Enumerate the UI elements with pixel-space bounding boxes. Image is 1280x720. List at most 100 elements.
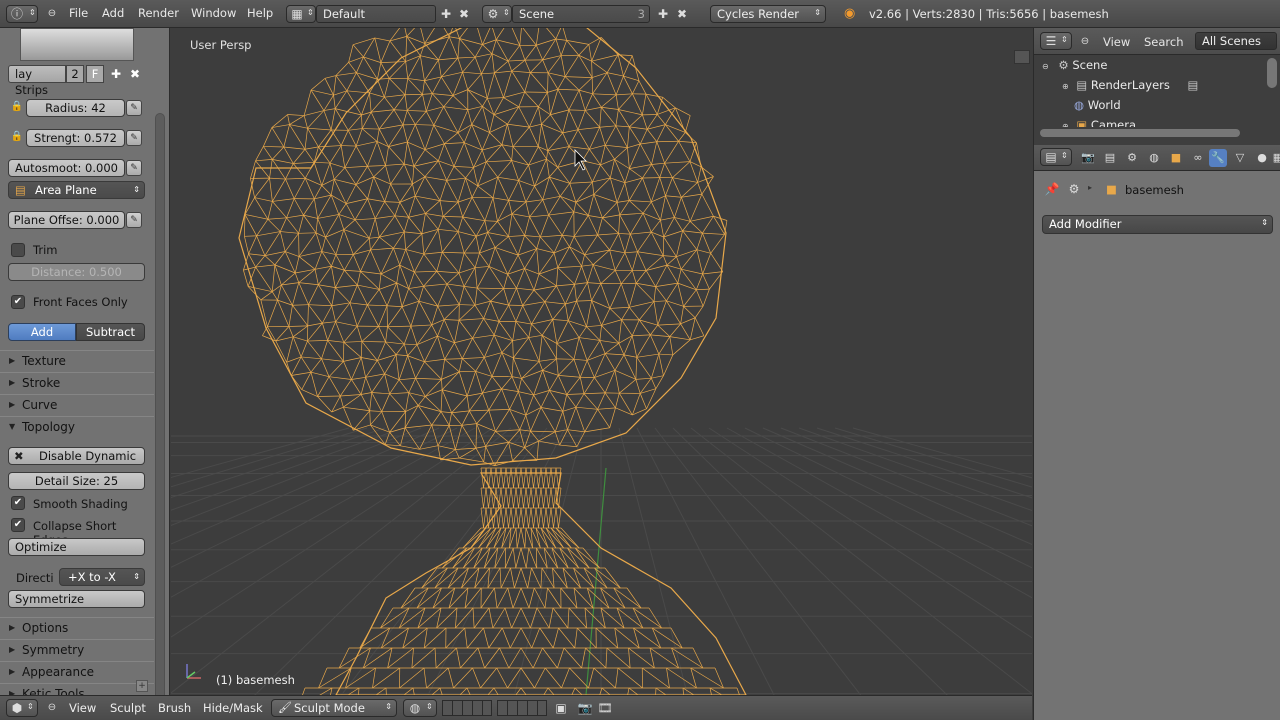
menu-sculpt[interactable]: Sculpt bbox=[110, 701, 146, 715]
mesh-edge bbox=[472, 337, 485, 358]
world-tab-icon[interactable]: ◍ bbox=[1145, 149, 1163, 167]
area-plane-select[interactable]: ▤ Area Plane ⇕ bbox=[8, 181, 145, 199]
render-layers-tab-icon[interactable]: ▤ bbox=[1101, 149, 1119, 167]
collapse-menu-icon[interactable]: ⊖ bbox=[1077, 34, 1093, 50]
menu-window[interactable]: Window bbox=[191, 6, 236, 20]
add-layout-icon[interactable]: ✚ bbox=[438, 6, 454, 22]
panel-stroke[interactable]: ▶ Stroke bbox=[0, 372, 154, 393]
distance-slider[interactable]: Distance: 0.500 bbox=[8, 263, 145, 281]
panel-texture[interactable]: ▶ Texture bbox=[0, 350, 154, 371]
3d-viewport[interactable]: User Persp (1) basemesh bbox=[171, 28, 1032, 695]
editor-type-button[interactable]: ☰ ⇕ bbox=[1040, 32, 1072, 50]
tool-shelf-scrollbar[interactable] bbox=[155, 113, 165, 708]
properties-toggle-icon[interactable] bbox=[1014, 50, 1030, 64]
pressure-icon[interactable]: ✎ bbox=[126, 160, 142, 176]
collapse-menu-icon[interactable]: ⊖ bbox=[44, 6, 60, 22]
lock-icon[interactable]: 🔒 bbox=[10, 101, 24, 115]
render-opengl-icon[interactable]: 📷 bbox=[577, 700, 593, 716]
brush-preview[interactable] bbox=[20, 28, 134, 61]
editor-type-button[interactable]: ⓘ ⇕ bbox=[6, 5, 38, 23]
symmetrize-button[interactable]: Symmetrize bbox=[8, 590, 145, 608]
panel-options[interactable]: ▶ Options bbox=[0, 617, 154, 638]
mesh-edge bbox=[575, 406, 598, 410]
pressure-icon[interactable]: ✎ bbox=[126, 212, 142, 228]
add-modifier-select[interactable]: Add Modifier ⇕ bbox=[1042, 215, 1273, 234]
lock-layers-icon[interactable]: ▣ bbox=[553, 700, 569, 716]
menu-help[interactable]: Help bbox=[247, 6, 273, 20]
editor-type-button[interactable]: ▤ ⇕ bbox=[1040, 148, 1072, 166]
outliner-row-scene[interactable]: ⊖ ⚙ Scene bbox=[1034, 55, 1268, 75]
render-engine-select[interactable]: Cycles Render ⇕ bbox=[710, 5, 826, 23]
direction-select[interactable]: +X to -X ⇕ bbox=[59, 568, 145, 586]
front-faces-checkbox[interactable]: ✔ bbox=[11, 295, 25, 309]
menu-view[interactable]: View bbox=[1103, 35, 1130, 49]
trim-checkbox[interactable] bbox=[11, 243, 25, 257]
panel-ketic-tools[interactable]: ▶ Ketic Tools bbox=[0, 683, 154, 695]
mesh-edge bbox=[321, 185, 332, 196]
mesh-edge bbox=[609, 177, 618, 203]
panel-appearance[interactable]: ▶ Appearance bbox=[0, 661, 154, 682]
outliner-row-renderlayers[interactable]: ⊕ ▤ RenderLayers ▤ bbox=[1034, 75, 1268, 95]
disable-dynamic-button[interactable]: ✖ Disable Dynamic bbox=[8, 447, 145, 465]
brush-name-field[interactable]: lay Strips bbox=[8, 65, 66, 97]
plane-offset-slider[interactable]: Plane Offse: 0.000 bbox=[8, 211, 125, 229]
mode-select[interactable]: 🖌 Sculpt Mode ⇕ bbox=[271, 699, 397, 717]
subtract-toggle[interactable]: Subtract bbox=[76, 323, 145, 341]
strength-slider[interactable]: Strengt: 0.572 bbox=[26, 129, 125, 147]
grid-line bbox=[171, 427, 476, 598]
menu-brush[interactable]: Brush bbox=[158, 701, 191, 715]
add-toggle[interactable]: Add bbox=[8, 323, 76, 341]
editor-type-button[interactable]: ⬢ ⇕ bbox=[6, 699, 38, 717]
viewport-shading-select[interactable]: ◍ ⇕ bbox=[403, 699, 437, 717]
data-tab-icon[interactable]: ▽ bbox=[1231, 149, 1249, 167]
mesh-edge bbox=[407, 124, 416, 143]
texture-tab-icon[interactable]: ▦ bbox=[1269, 149, 1280, 167]
scene-name-field[interactable]: Scene 3 bbox=[512, 5, 650, 23]
object-tab-icon[interactable]: ■ bbox=[1167, 149, 1185, 167]
menu-view[interactable]: View bbox=[69, 701, 96, 715]
mesh-edge bbox=[531, 323, 543, 336]
outliner-row-world[interactable]: ◍ World bbox=[1034, 95, 1268, 115]
autosmooth-slider[interactable]: Autosmoot: 0.000 bbox=[8, 159, 125, 177]
add-brush-icon[interactable]: ✚ bbox=[108, 66, 124, 82]
layer-buttons-1[interactable] bbox=[442, 700, 492, 716]
detail-size-slider[interactable]: Detail Size: 25 bbox=[8, 472, 145, 490]
pin-icon[interactable]: 📌 bbox=[1044, 181, 1060, 197]
smooth-shading-checkbox[interactable]: ✔ bbox=[11, 496, 25, 510]
lock-icon[interactable]: 🔒 bbox=[10, 131, 24, 145]
scene-tab-icon[interactable]: ⚙ bbox=[1123, 149, 1141, 167]
outliner-row-camera[interactable]: ⊕ ▣ Camera bbox=[1034, 115, 1268, 127]
panel-topology[interactable]: ▼ Topology bbox=[0, 416, 154, 437]
remove-layout-icon[interactable]: ✖ bbox=[456, 6, 472, 22]
pressure-icon[interactable]: ✎ bbox=[126, 100, 142, 116]
constraints-tab-icon[interactable]: ∞ bbox=[1189, 149, 1207, 167]
render-animation-icon[interactable]: 🎞 bbox=[597, 700, 613, 716]
radius-slider[interactable]: Radius: 42 bbox=[26, 99, 125, 117]
pressure-icon[interactable]: ✎ bbox=[126, 130, 142, 146]
outliner-vscrollbar[interactable] bbox=[1267, 58, 1277, 88]
optimize-button[interactable]: Optimize bbox=[8, 538, 145, 556]
panel-curve[interactable]: ▶ Curve bbox=[0, 394, 154, 415]
collapse-edges-checkbox[interactable]: ✔ bbox=[11, 518, 25, 532]
modifiers-wrench-icon[interactable]: 🔧 bbox=[1209, 149, 1227, 167]
panel-symmetry[interactable]: ▶ Symmetry bbox=[0, 639, 154, 660]
add-scene-icon[interactable]: ✚ bbox=[655, 6, 671, 22]
menu-render[interactable]: Render bbox=[138, 6, 179, 20]
outliner-hscrollbar[interactable] bbox=[1040, 129, 1240, 137]
remove-brush-icon[interactable]: ✖ bbox=[127, 66, 143, 82]
remove-scene-icon[interactable]: ✖ bbox=[674, 6, 690, 22]
display-mode-select[interactable]: All Scenes bbox=[1195, 32, 1277, 50]
brush-users[interactable]: 2 bbox=[66, 65, 84, 83]
collapse-menu-icon[interactable]: ⊖ bbox=[44, 700, 60, 716]
layer-buttons-2[interactable] bbox=[497, 700, 547, 716]
layout-name-field[interactable]: Default bbox=[316, 5, 436, 23]
menu-file[interactable]: File bbox=[69, 6, 88, 20]
menu-hide-mask[interactable]: Hide/Mask bbox=[203, 701, 263, 715]
add-panel-icon[interactable]: + bbox=[136, 680, 148, 692]
render-tab-icon[interactable]: 📷 bbox=[1079, 149, 1097, 167]
menu-add[interactable]: Add bbox=[102, 6, 124, 20]
screen-layout-button[interactable]: ▦ ⇕ bbox=[286, 5, 316, 23]
scene-browse-button[interactable]: ⚙ ⇕ bbox=[482, 5, 512, 23]
fake-user-button[interactable]: F bbox=[86, 65, 104, 83]
menu-search[interactable]: Search bbox=[1144, 35, 1184, 49]
